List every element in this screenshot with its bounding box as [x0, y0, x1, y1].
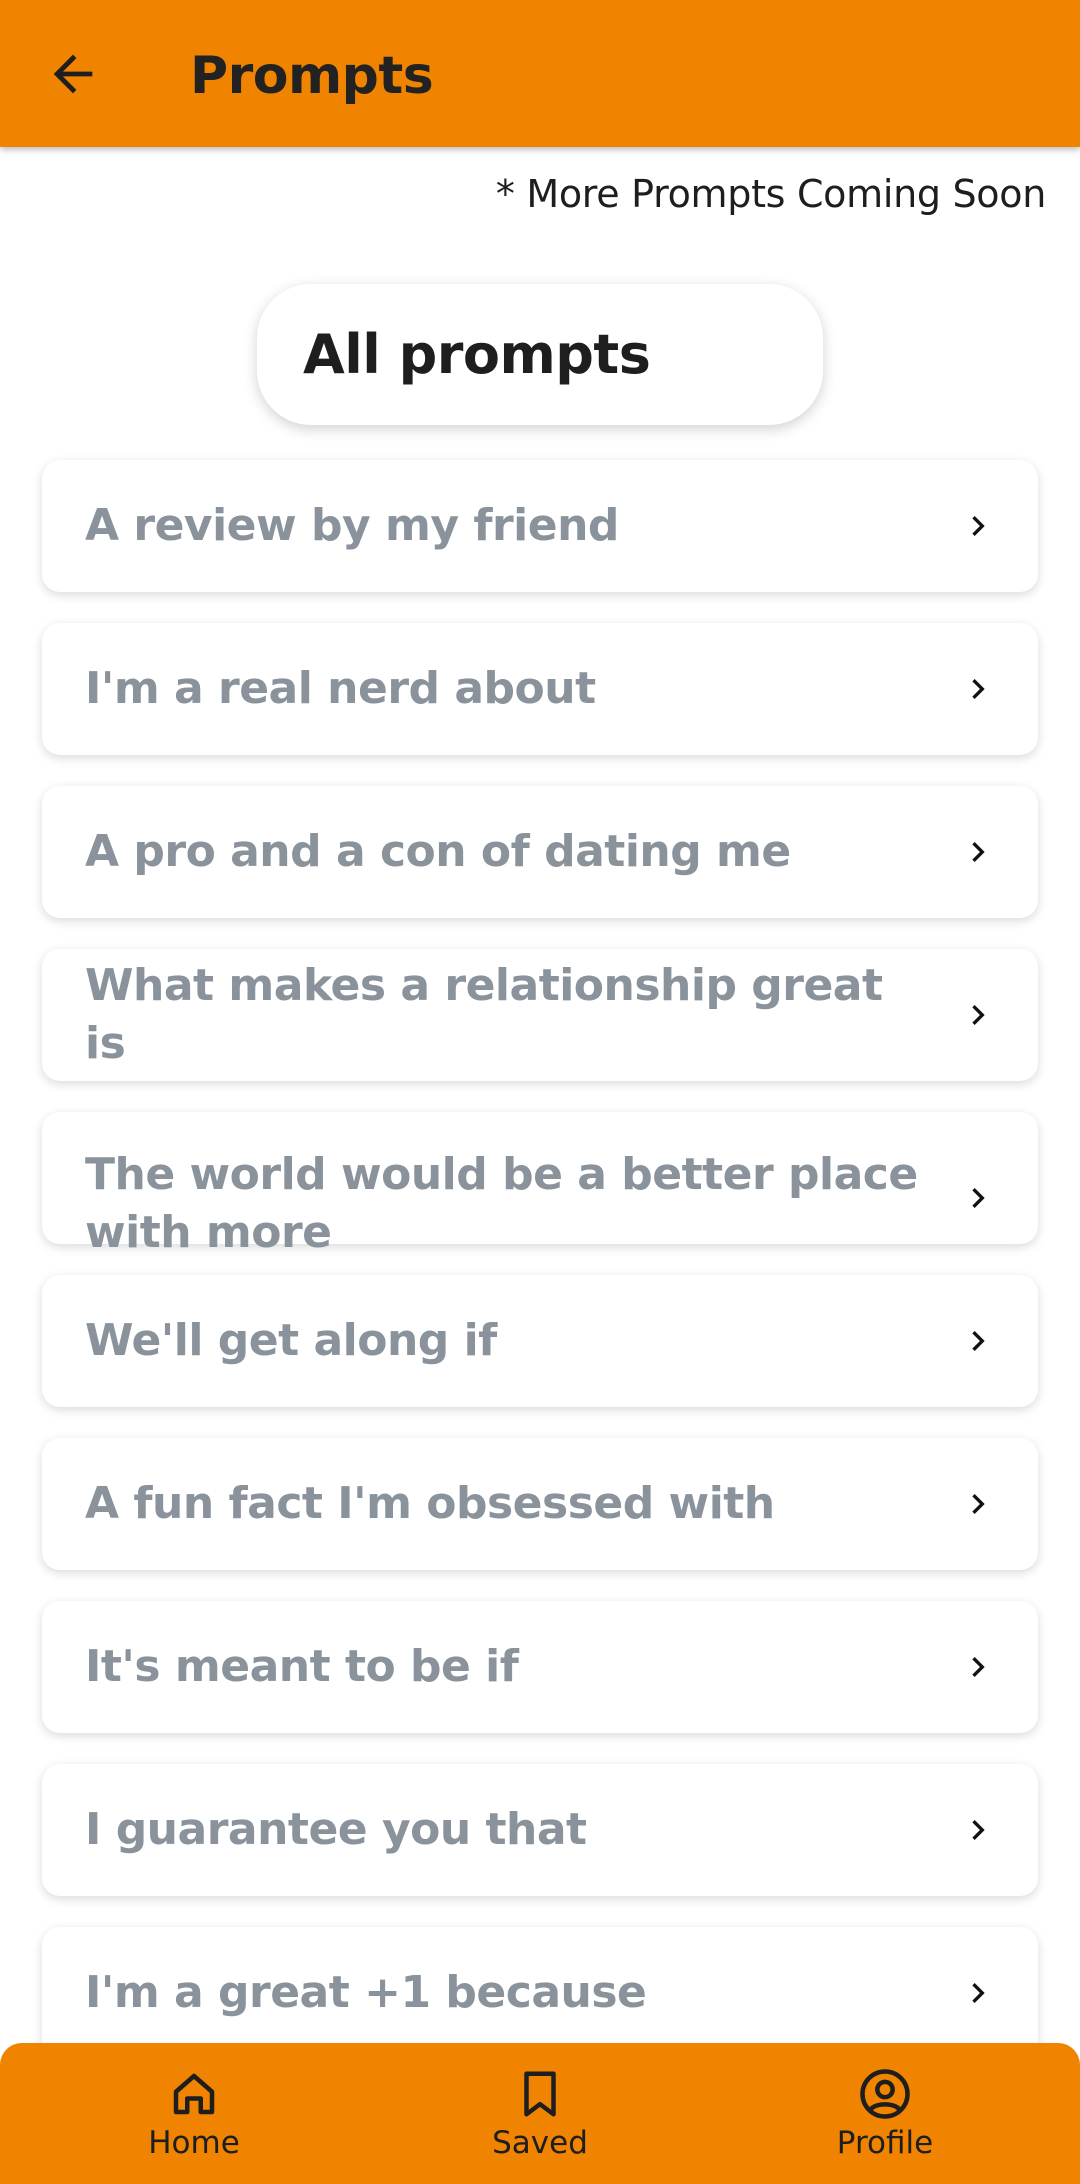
nav-saved[interactable]: Saved	[440, 2043, 640, 2184]
arrow-left-icon	[53, 54, 93, 94]
prompt-item[interactable]: It's meant to be if	[42, 1601, 1038, 1733]
chevron-right-icon	[958, 1321, 998, 1361]
chevron-right-icon	[958, 1647, 998, 1687]
all-prompts-chip[interactable]: All prompts	[257, 284, 823, 425]
prompt-text: It's meant to be if	[85, 1641, 519, 1692]
back-button[interactable]	[32, 33, 114, 115]
nav-profile-label: Profile	[836, 2125, 934, 2161]
prompt-text: I'm a real nerd about	[85, 663, 596, 714]
chevron-right-icon	[958, 1178, 998, 1218]
prompt-text: I guarantee you that	[85, 1804, 587, 1855]
bottom-navigation: Home Saved Profile	[0, 2043, 1080, 2184]
page-title: Prompts	[190, 46, 434, 106]
chevron-right-icon	[958, 669, 998, 709]
prompt-item[interactable]: The world would be a better place with m…	[42, 1112, 1038, 1258]
bookmark-icon	[524, 2071, 556, 2117]
coming-soon-notice: * More Prompts Coming Soon	[495, 172, 1046, 216]
prompt-item[interactable]: I'm a real nerd about	[42, 623, 1038, 755]
prompt-item[interactable]: I guarantee you that	[42, 1764, 1038, 1896]
chevron-right-icon	[958, 1973, 998, 2013]
chevron-right-icon	[958, 1810, 998, 1850]
prompt-item[interactable]: A fun fact I'm obsessed with	[42, 1438, 1038, 1570]
nav-saved-label: Saved	[492, 2125, 588, 2161]
prompt-text: We'll get along if	[85, 1315, 497, 1366]
nav-profile[interactable]: Profile	[785, 2043, 985, 2184]
chevron-right-icon	[958, 995, 998, 1035]
prompt-item[interactable]: A pro and a con of dating me	[42, 786, 1038, 918]
profile-icon	[860, 2069, 910, 2119]
nav-home-label: Home	[148, 2125, 240, 2161]
prompt-item[interactable]: A review by my friend	[42, 460, 1038, 592]
prompt-list: A review by my friend I'm a real nerd ab…	[42, 460, 1038, 2090]
prompt-item[interactable]: What makes a relationship great is	[42, 949, 1038, 1081]
prompt-text: A pro and a con of dating me	[85, 826, 791, 877]
app-bar: Prompts	[0, 0, 1080, 147]
prompt-item[interactable]: I'm a great +1 because	[42, 1927, 1038, 2059]
chevron-right-icon	[958, 506, 998, 546]
chevron-right-icon	[958, 832, 998, 872]
prompt-text: What makes a relationship great is	[85, 960, 883, 1069]
chevron-right-icon	[958, 1484, 998, 1524]
prompt-text: A fun fact I'm obsessed with	[85, 1478, 775, 1529]
home-icon	[173, 2073, 215, 2115]
prompt-text: I'm a great +1 because	[85, 1967, 647, 2018]
prompt-item[interactable]: We'll get along if	[42, 1275, 1038, 1407]
nav-home[interactable]: Home	[94, 2043, 294, 2184]
all-prompts-label: All prompts	[303, 323, 651, 386]
prompt-text: A review by my friend	[85, 500, 619, 551]
prompt-text: The world would be a better place with m…	[85, 1149, 918, 1258]
